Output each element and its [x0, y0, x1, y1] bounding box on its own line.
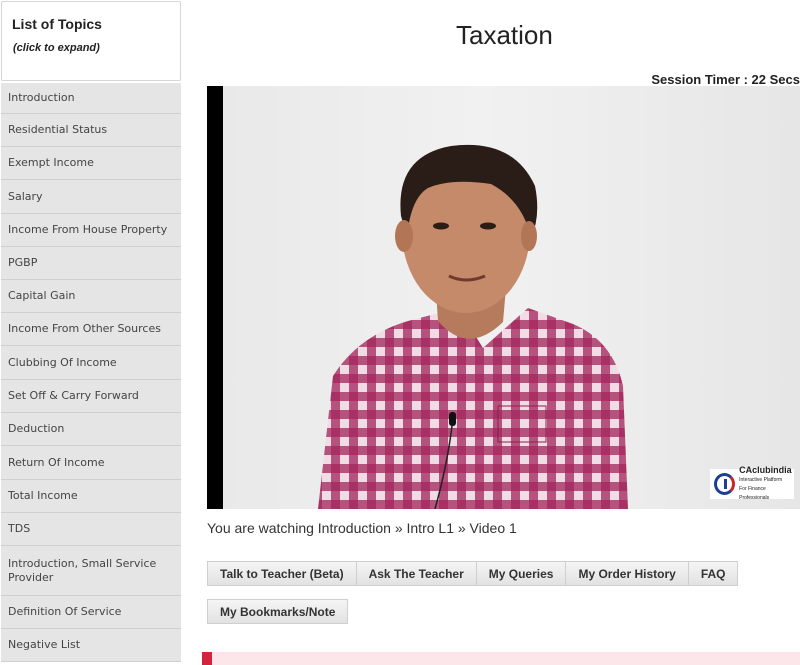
page-title: Taxation	[456, 20, 553, 50]
ask-the-teacher-tab[interactable]: Ask The Teacher	[356, 561, 477, 586]
logo-name: CAclubindia	[739, 465, 792, 475]
lecturer-video-image	[318, 144, 628, 509]
cac-logo-icon	[714, 473, 736, 495]
sidebar-item-topic[interactable]: Exempt Income	[1, 147, 181, 180]
sidebar-item-topic[interactable]: Deduction	[1, 413, 181, 446]
now-watching-text: You are watching Introduction » Intro L1…	[207, 520, 517, 536]
sidebar-item-topic[interactable]: Definition Of Service	[1, 596, 181, 629]
sidebar-item-topic[interactable]: Set Off & Carry Forward	[1, 380, 181, 413]
sidebar-item-topic[interactable]: TDS	[1, 513, 181, 546]
sidebar-item-topic[interactable]: Clubbing Of Income	[1, 346, 181, 380]
talk-to-teacher-tab[interactable]: Talk to Teacher (Beta)	[207, 561, 357, 586]
video-player[interactable]: CAclubindia Interactive Platform For Fin…	[207, 86, 800, 509]
my-queries-tab[interactable]: My Queries	[476, 561, 567, 586]
sidebar-subtitle: (click to expand)	[13, 42, 100, 54]
sidebar-item-topic[interactable]: Negative List	[1, 629, 181, 662]
sidebar-item-topic[interactable]: Return Of Income	[1, 446, 181, 480]
sidebar-item-topic[interactable]: Residential Status	[1, 114, 181, 147]
action-tabs: Talk to Teacher (Beta) Ask The Teacher My …	[207, 561, 739, 586]
notice-bar	[202, 652, 800, 665]
sidebar-item-topic[interactable]: Income From Other Sources	[1, 313, 181, 346]
sidebar-item-topic[interactable]: Income From House Property	[1, 214, 181, 247]
sidebar-item-topic[interactable]: Capital Gain	[1, 280, 181, 313]
caclubindia-logo: CAclubindia Interactive Platform For Fin…	[710, 466, 794, 501]
logo-tagline-2: For Finance Professionals	[739, 486, 770, 501]
sidebar-header[interactable]: List of Topics (click to expand)	[1, 1, 181, 81]
faq-tab[interactable]: FAQ	[688, 561, 739, 586]
sidebar-item-topic[interactable]: Salary	[1, 180, 181, 214]
topics-sidebar: List of Topics (click to expand) Introdu…	[0, 0, 182, 665]
my-bookmarks-note-button[interactable]: My Bookmarks/Note	[207, 599, 349, 624]
logo-tagline-1: Interactive Platform	[739, 477, 783, 483]
video-frame	[223, 86, 800, 509]
sidebar-title: List of Topics	[12, 16, 102, 32]
sidebar-item-topic[interactable]: Introduction	[1, 83, 181, 114]
session-timer: Session Timer : 22 Secs	[651, 72, 800, 87]
sidebar-item-topic[interactable]: Total Income	[1, 480, 181, 513]
sidebar-item-topic[interactable]: Introduction, Small Service Provider	[1, 546, 181, 596]
sidebar-item-topic[interactable]: PGBP	[1, 247, 181, 280]
my-order-history-tab[interactable]: My Order History	[566, 561, 689, 586]
